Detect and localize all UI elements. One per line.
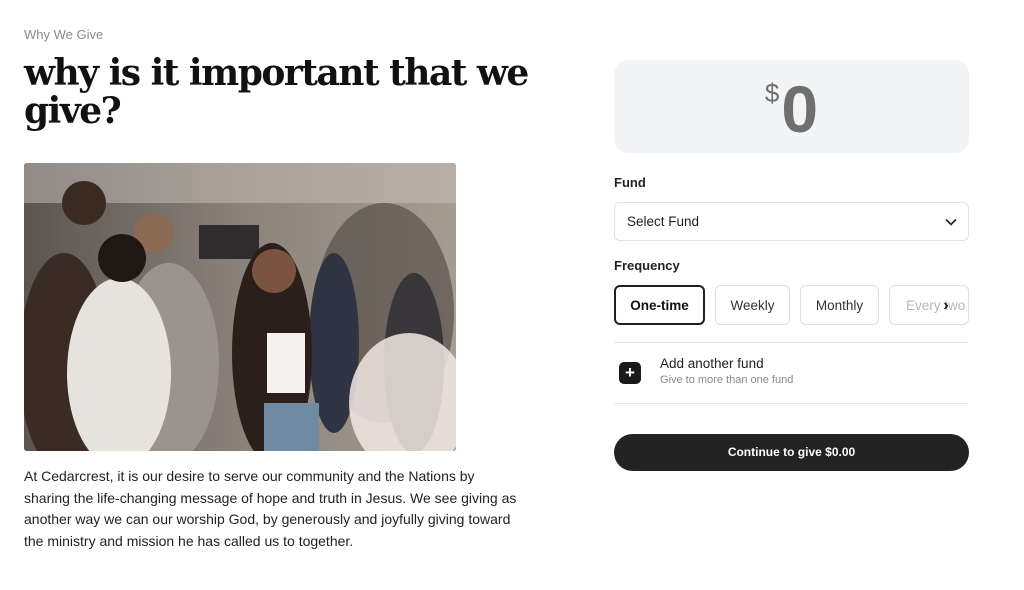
continue-button[interactable]: Continue to give $0.00 [614,434,969,471]
amount-inner: $0 [614,76,969,142]
amount-currency: $ [764,78,780,108]
fund-label: Fund [614,175,646,190]
add-fund-title[interactable]: Add another fund [660,356,764,371]
page-title: why is it important that we give? [24,52,529,132]
frequency-weekly[interactable]: Weekly [715,285,790,325]
plus-icon[interactable]: + [619,362,641,384]
frequency-monthly[interactable]: Monthly [800,285,879,325]
chevron-right-icon[interactable]: › [936,295,956,317]
divider [614,342,969,343]
amount-value: 0 [781,72,819,146]
eyebrow: Why We Give [24,27,104,42]
amount-display[interactable]: $0 [614,60,969,153]
frequency-one-time[interactable]: One-time [614,285,705,325]
body-copy: At Cedarcrest, it is our desire to serve… [24,468,517,549]
fund-select-value: Select Fund [627,214,700,229]
congregation-photo [24,163,456,451]
frequency-every-two[interactable]: Every two [889,285,969,325]
chevron-down-icon [944,215,958,234]
fund-select[interactable]: Select Fund [614,202,969,241]
add-fund-subtitle: Give to more than one fund [660,374,794,386]
frequency-label: Frequency [614,258,680,273]
divider [614,403,969,404]
